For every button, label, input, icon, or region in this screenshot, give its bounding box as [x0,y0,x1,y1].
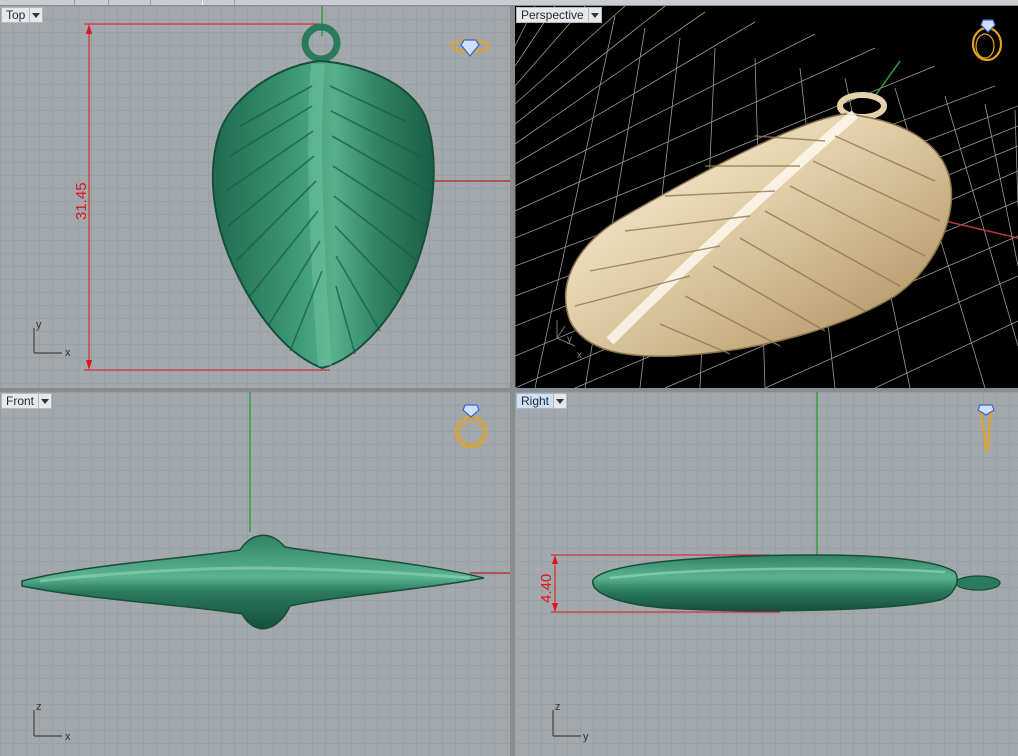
ring-side-view-icon[interactable] [977,404,995,453]
svg-text:x: x [65,347,71,359]
viewport-title[interactable]: Top [1,7,31,23]
chevron-down-icon[interactable] [588,7,602,23]
world-axis-icon: z y [552,701,589,743]
top-dimension-text: 31.45 [73,182,90,220]
tab-divider [202,0,203,5]
viewport-top[interactable]: 31.45 y x Top [0,6,510,388]
chevron-down-icon[interactable] [554,393,568,409]
svg-text:z: z [555,701,561,713]
viewport-label-right[interactable]: Right [516,393,568,409]
chevron-down-icon[interactable] [30,7,44,23]
viewport-label-top[interactable]: Top [1,7,44,23]
viewport-right[interactable]: 4.40 z y Right [515,392,1018,756]
svg-text:y: y [567,334,572,345]
world-axis-icon: y x [33,319,71,359]
svg-text:x: x [577,350,582,361]
viewport-title[interactable]: Right [516,393,555,409]
x-axis-line [944,220,1018,239]
front-view-canvas: z x [21,392,510,743]
chevron-down-icon[interactable] [39,393,53,409]
svg-text:x: x [65,731,71,743]
world-axis-icon: z x [33,701,71,743]
right-dimension-text: 4.40 [538,574,555,603]
ring-perspective-icon[interactable] [971,19,1003,62]
svg-text:y: y [583,731,589,743]
svg-text:z: z [36,701,42,713]
perspective-view-canvas: y x [515,6,1018,388]
dimension-arrow-bottom [86,360,92,370]
viewport-perspective[interactable]: y x Perspective [515,6,1018,388]
y-axis-line [874,60,901,97]
dimension-arrow-top [86,24,92,34]
top-view-canvas: 31.45 y x [33,6,510,371]
dimension-arrow-top [552,555,558,564]
dimension-arrow-bottom [552,603,558,612]
viewport-label-front[interactable]: Front [1,393,53,409]
viewport-label-perspective[interactable]: Perspective [516,7,602,23]
pendant-loop [301,23,341,63]
tab-divider [108,0,109,5]
leaf-model [21,534,485,630]
ring-top-view-icon[interactable] [451,39,489,58]
right-view-canvas: 4.40 z y [538,392,1001,743]
tab-divider [74,0,75,5]
pendant-loop [955,575,1001,591]
leaf-model [592,554,958,612]
viewport-front[interactable]: z x Front [0,392,510,756]
leaf-model-gold [564,113,953,358]
ring-front-view-icon[interactable] [454,404,488,449]
viewport-title[interactable]: Perspective [516,7,589,23]
viewport-tab-strip [0,0,1018,5]
svg-text:y: y [36,319,42,331]
tab-divider [150,0,151,5]
tab-divider [234,0,235,5]
viewport-title[interactable]: Front [1,393,40,409]
